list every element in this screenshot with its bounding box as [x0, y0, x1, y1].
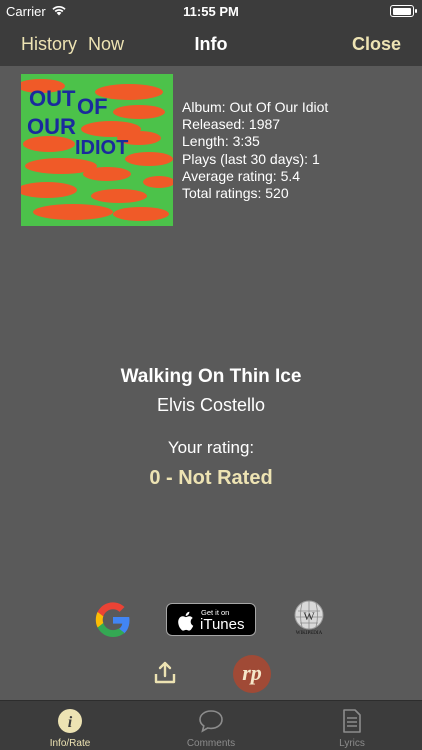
svg-text:i: i	[68, 714, 73, 731]
itunes-button[interactable]: Get it on iTunes	[166, 603, 256, 636]
track-length: Length: 3:35	[182, 133, 260, 150]
apple-icon	[178, 611, 194, 631]
status-bar: Carrier 11:55 PM	[0, 0, 422, 22]
wikipedia-icon[interactable]: W WIKIPEDIA	[290, 600, 328, 642]
tab-label: Lyrics	[339, 738, 365, 749]
total-ratings: Total ratings: 520	[182, 185, 289, 202]
artist-name: Elvis Costello	[156, 395, 266, 415]
cover-text-line: OUR	[27, 114, 76, 139]
tab-comments[interactable]: Comments	[141, 701, 281, 750]
battery-icon	[390, 5, 417, 17]
album-cover: OUT OF OUR IDIOT	[21, 74, 173, 226]
album-details: Album: Out Of Our Idiot Released: 1987 L…	[182, 99, 328, 202]
album-name: Album: Out Of Our Idiot	[182, 99, 329, 115]
google-icon[interactable]	[92, 599, 134, 641]
cover-text-line: IDIOT	[75, 137, 128, 159]
tab-label: Comments	[186, 738, 236, 749]
clock: 11:55 PM	[183, 4, 239, 19]
tab-info-rate[interactable]: i Info/Rate	[0, 701, 140, 750]
comment-icon	[199, 710, 223, 733]
wikipedia-label: WIKIPEDIA	[295, 631, 323, 636]
cover-text-line: OUT	[29, 86, 76, 111]
document-icon	[343, 709, 361, 733]
cover-text-line: OF	[77, 94, 108, 119]
tab-label: Info/Rate	[49, 738, 91, 749]
average-rating: Average rating: 5.4	[182, 167, 301, 184]
rp-label: rp	[242, 660, 262, 685]
tab-bar: i Info/Rate Comments Lyrics	[0, 700, 422, 750]
share-icon[interactable]	[154, 661, 176, 685]
rating-label: Your rating:	[167, 438, 255, 457]
rating-value[interactable]: 0 - Not Rated	[0, 467, 422, 490]
itunes-label: iTunes	[200, 616, 245, 633]
close-button[interactable]: Close	[352, 34, 401, 55]
song-title: Walking On Thin Ice	[120, 366, 302, 387]
play-count: Plays (last 30 days): 1	[182, 150, 320, 167]
tab-lyrics[interactable]: Lyrics	[282, 701, 422, 750]
svg-text:W: W	[303, 609, 315, 623]
release-year: Released: 1987	[182, 116, 281, 133]
radio-paradise-logo-button[interactable]: rp	[233, 655, 271, 693]
navigation-bar: History Now Info Close	[0, 22, 422, 66]
info-icon: i	[58, 709, 82, 733]
